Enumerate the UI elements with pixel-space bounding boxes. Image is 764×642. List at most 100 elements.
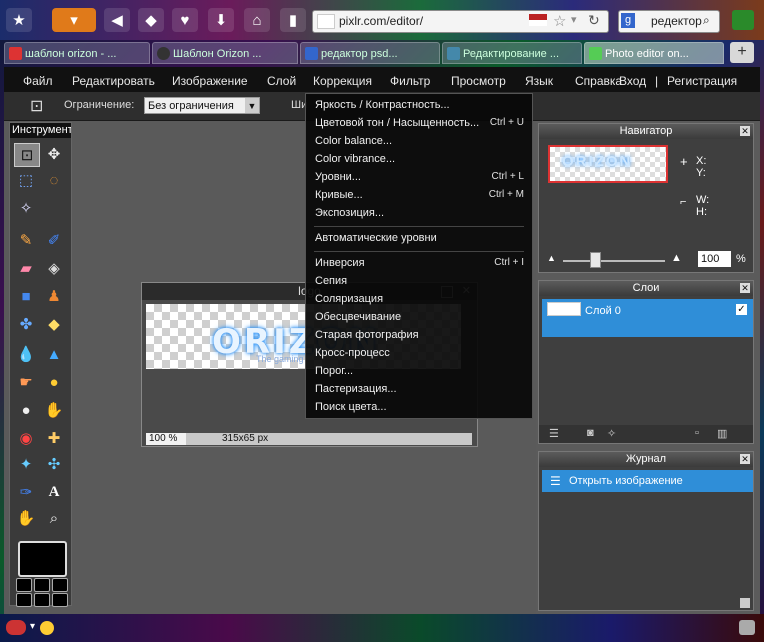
tab-2[interactable]: Шаблон Orizon ... (152, 42, 298, 64)
menu-adjustment[interactable]: Коррекция (313, 74, 372, 88)
smudge-icon[interactable]: ☛ (14, 371, 38, 393)
menu-item-threshold[interactable]: Порог... (315, 365, 353, 377)
swatch-button[interactable] (52, 593, 68, 607)
menu-language[interactable]: Язык (525, 74, 553, 88)
sharpen-icon[interactable]: ▲ (42, 343, 66, 365)
layer-row[interactable]: Слой 0 ✓ (542, 299, 753, 337)
zoom-input[interactable]: 100 (698, 251, 731, 267)
menu-item-cross-process[interactable]: Кросс-процесс (315, 347, 390, 359)
download-icon[interactable]: ⬇ (208, 8, 234, 32)
zoom-field[interactable]: 100 % (146, 433, 186, 445)
stamp-icon[interactable]: ♟ (42, 285, 66, 307)
menu-item-auto-levels[interactable]: Автоматические уровни (315, 232, 437, 244)
swatch-button[interactable] (16, 578, 32, 592)
new-tab-button[interactable]: + (730, 42, 754, 63)
status-addon-icon[interactable] (739, 620, 755, 635)
menu-item-exposure[interactable]: Экспозиция... (315, 207, 384, 219)
menu-item-solarize[interactable]: Соляризация (315, 293, 383, 305)
menu-image[interactable]: Изображение (172, 74, 248, 88)
menu-item-posterize[interactable]: Пастеризация... (315, 383, 397, 395)
stats-icon[interactable]: ▮ (280, 8, 306, 32)
drawing-icon[interactable]: ◆ (42, 313, 66, 335)
new-layer-icon[interactable]: ▫ (695, 427, 699, 439)
star-icon[interactable]: ☆ (553, 12, 566, 30)
blur-icon[interactable]: 💧 (14, 343, 38, 365)
search-bar[interactable]: g редектор ⌕ (618, 10, 720, 33)
trash-icon[interactable]: ▥ (717, 427, 727, 440)
red-eye-icon[interactable]: ◉ (14, 427, 38, 449)
pencil-icon[interactable]: ✎ (14, 229, 38, 251)
color-picker-icon[interactable]: ✑ (14, 481, 38, 503)
menu-layer[interactable]: Слой (267, 74, 296, 88)
menu-item-levels[interactable]: Уровни... (315, 171, 361, 183)
zoom-slider-handle[interactable] (589, 252, 601, 268)
close-icon[interactable]: ✕ (740, 126, 750, 136)
zoom-out-icon[interactable]: ▲ (547, 253, 556, 263)
sponge-icon[interactable]: ● (42, 371, 66, 393)
constraint-select[interactable]: Без ограничения ▼ (144, 97, 260, 114)
close-icon[interactable]: ✕ (740, 454, 750, 464)
menu-item-old-photo[interactable]: Старая фотография (315, 329, 419, 341)
forward-icon[interactable]: ◆ (138, 8, 164, 32)
menu-help[interactable]: Справка (575, 74, 622, 88)
navigator-thumbnail[interactable]: ORIZON (548, 145, 668, 183)
color-swatch[interactable] (18, 541, 67, 577)
close-icon[interactable]: ✕ (740, 283, 750, 293)
menu-item-color-vibrance[interactable]: Color vibrance... (315, 153, 395, 165)
zoom-icon[interactable]: ⌕ (42, 507, 66, 529)
layer-visibility-checkbox[interactable]: ✓ (736, 304, 747, 315)
swatch-button[interactable] (34, 578, 50, 592)
menu-edit[interactable]: Редактировать (72, 74, 155, 88)
layer-settings-icon[interactable]: ☰ (549, 427, 559, 440)
zoom-slider-track[interactable] (563, 260, 665, 262)
menu-file[interactable]: Файл (23, 74, 53, 88)
menu-filter[interactable]: Фильтр (390, 74, 430, 88)
menu-item-brightness[interactable]: Яркость / Контрастность... (315, 99, 450, 111)
tab-5-active[interactable]: Photo editor on... (584, 42, 724, 64)
menu-item-color-balance[interactable]: Color balance... (315, 135, 392, 147)
menu-item-curves[interactable]: Кривые... (315, 189, 363, 201)
bookmark-icon[interactable]: ★ (6, 8, 32, 32)
extension-icon[interactable] (732, 10, 754, 30)
menu-item-color-lookup[interactable]: Поиск цвета... (315, 401, 387, 413)
eraser-icon[interactable]: ▰ (14, 257, 38, 279)
burn-icon[interactable]: ✋ (42, 399, 66, 421)
bloat-icon[interactable]: ✦ (14, 453, 38, 475)
tab-3[interactable]: редактор psd... (300, 42, 440, 64)
zoom-in-icon[interactable]: ▲ (671, 252, 682, 264)
move-icon[interactable]: ✥ (42, 143, 66, 165)
url-bar[interactable]: pixlr.com/editor/ ☆ ▾ ↻ (312, 10, 609, 33)
menu-register[interactable]: Регистрация (667, 74, 737, 88)
menu-view[interactable]: Просмотр (451, 74, 506, 88)
dropdown-arrow-icon[interactable]: ▾ (571, 13, 577, 26)
resize-handle[interactable] (740, 598, 750, 608)
tab-4[interactable]: Редактирование ... (442, 42, 582, 64)
hand-icon[interactable]: ✋ (14, 507, 38, 529)
gradient-icon[interactable]: ■ (14, 285, 38, 307)
adblock-icon[interactable] (6, 620, 26, 635)
home-icon[interactable]: ⌂ (244, 8, 270, 32)
bucket-icon[interactable]: ◈ (42, 257, 66, 279)
layer-mask-icon[interactable]: ◙ (587, 427, 594, 439)
spot-heal-icon[interactable]: ✚ (42, 427, 66, 449)
magic-wand-icon[interactable]: ✧ (14, 197, 38, 219)
brush-icon[interactable]: ✐ (42, 229, 66, 251)
chevron-down-icon[interactable]: ▾ (30, 621, 35, 632)
tab-1[interactable]: шаблон orizon - ... (4, 42, 150, 64)
status-indicator-icon[interactable] (40, 621, 54, 635)
menu-login[interactable]: Вход (619, 74, 646, 88)
menu-item-hue-saturation[interactable]: Цветовой тон / Насыщенность... (315, 117, 479, 129)
layer-style-icon[interactable]: ✧ (607, 427, 616, 440)
search-icon[interactable]: ⌕ (703, 13, 710, 28)
menu-item-sepia[interactable]: Сепия (315, 275, 347, 287)
menu-item-invert[interactable]: Инверсия (315, 257, 365, 269)
dodge-icon[interactable]: ● (14, 399, 38, 421)
pinch-icon[interactable]: ✣ (42, 453, 66, 475)
reload-icon[interactable]: ↻ (588, 12, 600, 29)
swatch-button[interactable] (52, 578, 68, 592)
swatch-button[interactable] (16, 593, 32, 607)
history-item[interactable]: ☰ Открыть изображение (542, 470, 753, 492)
marquee-icon[interactable]: ⬚ (14, 169, 38, 191)
lasso-icon[interactable]: ◌ (42, 169, 66, 191)
back-icon[interactable]: ◀ (104, 8, 130, 32)
